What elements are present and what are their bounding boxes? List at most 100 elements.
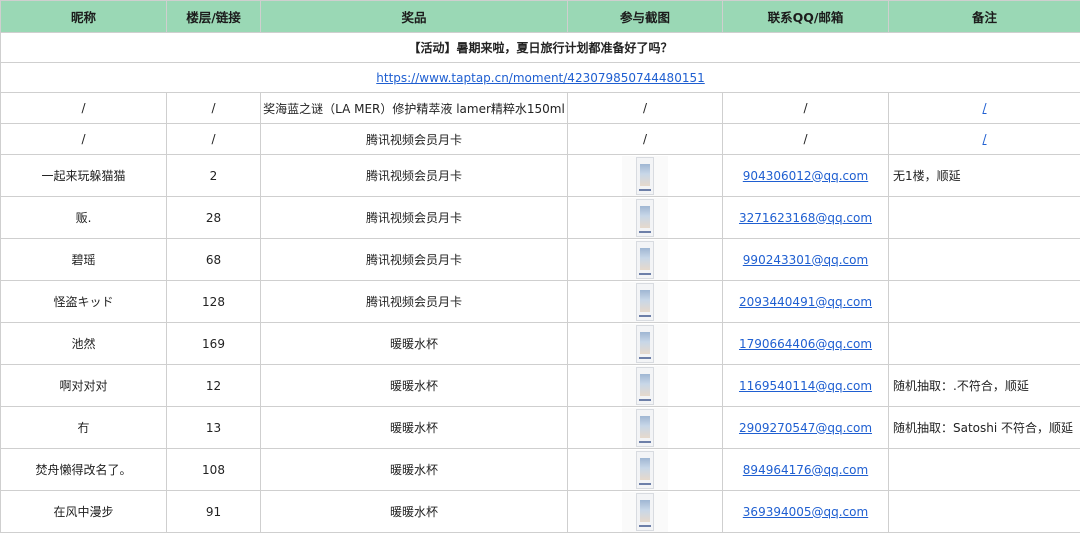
cell-contact: 894964176@qq.com [722,448,889,491]
cell-prize: 暖暖水杯 [260,448,568,491]
cell-screenshot [567,448,723,491]
winners-table: 昵称 楼层/链接 奖品 参与截图 联系QQ/邮箱 备注 【活动】暑期来啦，夏日旅… [0,0,1080,533]
header-contact: 联系QQ/邮箱 [722,0,889,33]
cell-nickname: 在风中漫步 [0,490,167,533]
cell-floor: 68 [166,238,261,281]
image-icon [636,492,654,531]
cell-screenshot [567,322,723,365]
cell-note: 随机抽取：.不符合，顺延 [888,364,1080,407]
activity-link-row: https://www.taptap.cn/moment/42307985074… [0,62,1080,93]
cell-note [888,448,1080,491]
cell-prize: 腾讯视频会员月卡 [260,154,568,197]
cell-contact: 1790664406@qq.com [722,322,889,365]
cell-screenshot [567,238,723,281]
cell-screenshot: / [567,123,723,155]
screenshot-thumbnail[interactable] [622,281,668,322]
note-link[interactable]: / [982,101,986,115]
activity-link[interactable]: https://www.taptap.cn/moment/42307985074… [376,71,704,85]
cell-note: / [888,123,1080,155]
activity-title-row: 【活动】暑期来啦，夏日旅行计划都准备好了吗？ [0,32,1080,63]
cell-nickname: 一起来玩躲猫猫 [0,154,167,197]
cell-contact: 2909270547@qq.com [722,406,889,449]
table-row: 啊对对对 12 暖暖水杯 1169540114@qq.com 随机抽取：.不符合，顺延 [0,364,1080,407]
header-screenshot: 参与截图 [567,0,723,33]
cell-floor: 169 [166,322,261,365]
cell-contact: 3271623168@qq.com [722,196,889,239]
header-prize: 奖品 [260,0,568,33]
cell-note [888,238,1080,281]
cell-floor: / [166,92,261,124]
cell-note [888,490,1080,533]
table-row: / / 腾讯视频会员月卡 / / / [0,123,1080,155]
image-icon [636,198,654,237]
screenshot-thumbnail[interactable] [622,449,668,490]
cell-note: 无1楼，顺延 [888,154,1080,197]
cell-prize: 腾讯视频会员月卡 [260,280,568,323]
cell-prize: 暖暖水杯 [260,490,568,533]
contact-email-link[interactable]: 2093440491@qq.com [739,295,872,309]
table-row: 焚舟懒得改名了。 108 暖暖水杯 894964176@qq.com [0,448,1080,491]
contact-email-link[interactable]: 1790664406@qq.com [739,337,872,351]
table-row: 一起来玩躲猫猫 2 腾讯视频会员月卡 904306012@qq.com 无1楼，顺延 [0,154,1080,197]
image-icon [636,366,654,405]
image-icon [636,450,654,489]
contact-email-link[interactable]: 1169540114@qq.com [739,379,872,393]
cell-nickname: 啊对对对 [0,364,167,407]
screenshot-thumbnail[interactable] [622,323,668,364]
cell-contact: / [722,123,889,155]
cell-note: / [888,92,1080,124]
screenshot-thumbnail[interactable] [622,197,668,238]
table-row: 碧瑶 68 腾讯视频会员月卡 990243301@qq.com [0,238,1080,281]
cell-note: 随机抽取：Satoshi 不符合，顺延 [888,406,1080,449]
contact-email-link[interactable]: 894964176@qq.com [743,463,868,477]
cell-nickname: / [0,92,167,124]
contact-email-link[interactable]: 3271623168@qq.com [739,211,872,225]
cell-floor: 12 [166,364,261,407]
cell-floor: 108 [166,448,261,491]
contact-email-link[interactable]: 904306012@qq.com [743,169,868,183]
image-icon [636,408,654,447]
cell-note [888,280,1080,323]
cell-floor: / [166,123,261,155]
screenshot-thumbnail[interactable] [622,491,668,532]
screenshot-thumbnail[interactable] [622,155,668,196]
screenshot-thumbnail[interactable] [622,407,668,448]
cell-contact: 2093440491@qq.com [722,280,889,323]
image-icon [636,282,654,321]
cell-prize: 暖暖水杯 [260,364,568,407]
cell-nickname: 池然 [0,322,167,365]
table-row: 贩. 28 腾讯视频会员月卡 3271623168@qq.com [0,196,1080,239]
header-floor: 楼层/链接 [166,0,261,33]
cell-prize: 暖暖水杯 [260,322,568,365]
cell-prize: 暖暖水杯 [260,406,568,449]
cell-screenshot [567,196,723,239]
cell-screenshot [567,406,723,449]
screenshot-thumbnail[interactable] [622,239,668,280]
cell-prize: 奖海蓝之谜（LA MER）修护精萃液 lamer精粹水150ml [260,92,568,124]
cell-contact: 1169540114@qq.com [722,364,889,407]
cell-nickname: 贩. [0,196,167,239]
cell-floor: 91 [166,490,261,533]
cell-nickname: 怪盗キッド [0,280,167,323]
cell-screenshot [567,364,723,407]
cell-floor: 2 [166,154,261,197]
cell-screenshot: / [567,92,723,124]
cell-nickname: 碧瑶 [0,238,167,281]
cell-note [888,196,1080,239]
cell-floor: 13 [166,406,261,449]
note-link[interactable]: / [982,132,986,146]
screenshot-thumbnail[interactable] [622,365,668,406]
table-row: 池然 169 暖暖水杯 1790664406@qq.com [0,322,1080,365]
cell-nickname: 焚舟懒得改名了。 [0,448,167,491]
cell-floor: 128 [166,280,261,323]
contact-email-link[interactable]: 2909270547@qq.com [739,421,872,435]
table-row: 在风中漫步 91 暖暖水杯 369394005@qq.com [0,490,1080,533]
cell-prize: 腾讯视频会员月卡 [260,123,568,155]
table-row: 怪盗キッド 128 腾讯视频会员月卡 2093440491@qq.com [0,280,1080,323]
cell-prize: 腾讯视频会员月卡 [260,196,568,239]
contact-email-link[interactable]: 369394005@qq.com [743,505,868,519]
cell-prize: 腾讯视频会员月卡 [260,238,568,281]
contact-email-link[interactable]: 990243301@qq.com [743,253,868,267]
cell-floor: 28 [166,196,261,239]
image-icon [636,324,654,363]
